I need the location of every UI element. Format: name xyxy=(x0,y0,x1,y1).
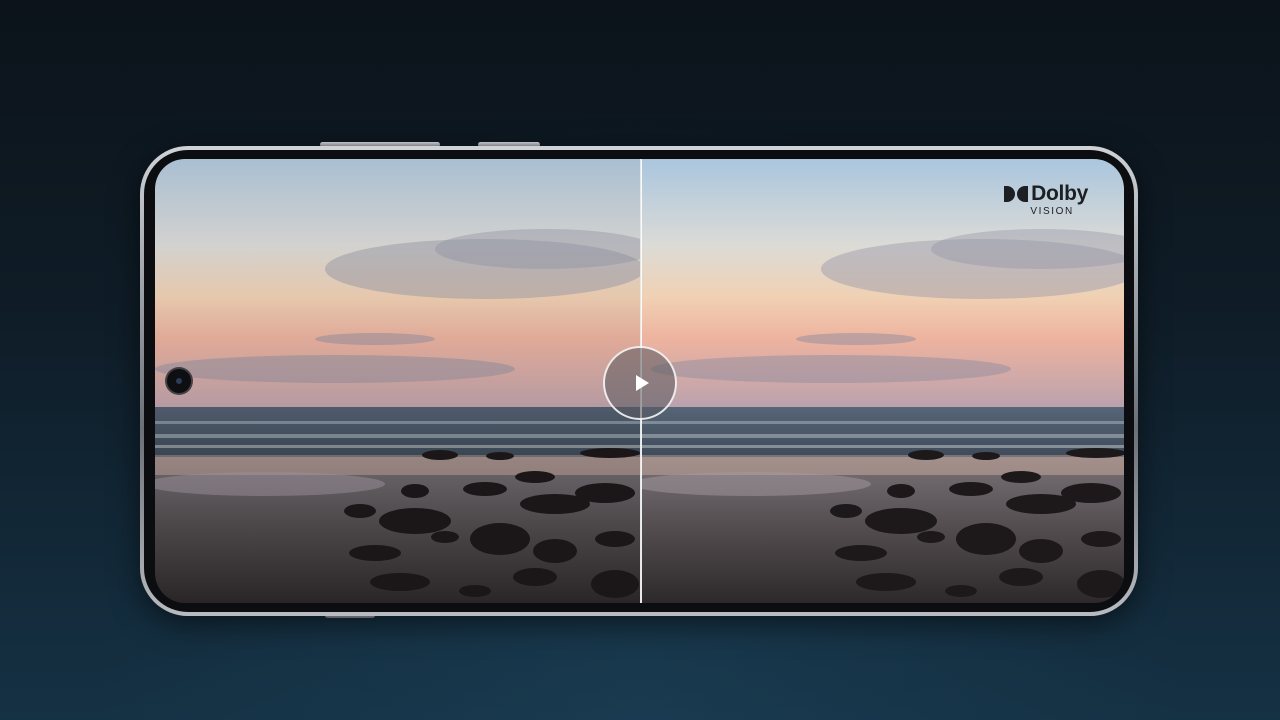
dolby-vision-badge: Dolby VISION xyxy=(1004,183,1088,217)
video-player[interactable]: Dolby VISION xyxy=(155,159,1124,603)
dolby-vision-subtitle: VISION xyxy=(1030,206,1074,217)
dolby-brand-text: Dolby xyxy=(1031,182,1088,205)
beach-sunset-scene-standard xyxy=(155,159,640,603)
front-camera-icon xyxy=(167,369,191,393)
beach-sunset-scene-dolby xyxy=(641,159,1124,603)
dolby-double-d-icon xyxy=(1004,186,1029,202)
dolby-vision-footage-panel: Dolby VISION xyxy=(641,159,1124,603)
play-button[interactable] xyxy=(603,346,677,420)
standard-footage-panel xyxy=(155,159,640,603)
play-icon xyxy=(635,375,649,391)
